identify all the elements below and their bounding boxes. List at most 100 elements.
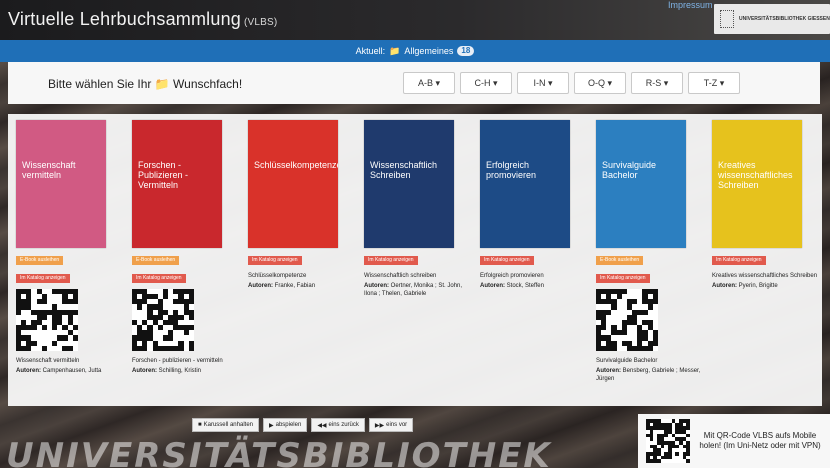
book-card: Erfolgreich promovieren Im Katalog anzeig… (480, 120, 590, 290)
book-cover-title: Kreatives wissenschaftliches Schreiben (718, 160, 793, 190)
book-authors: Autoren: Schilling, Kristin (132, 367, 242, 375)
folder-icon: 📁 (389, 45, 401, 56)
book-authors-label: Autoren: (132, 368, 157, 374)
book-authors-label: Autoren: (712, 283, 737, 289)
book-title: Survivalguide Bachelor (596, 358, 658, 364)
book-card: Schlüsselkompetenzen Im Katalog anzeigen S… (248, 120, 358, 290)
top-link[interactable]: Impressum (668, 0, 713, 10)
book-authors: Autoren: Campenhausen, Jutta (16, 367, 126, 375)
subject-selector: Bitte wählen Sie Ihr 📁 Wunschfach! A-B ▾… (8, 62, 820, 104)
current-count-badge: 18 (457, 46, 475, 56)
book-title: Wissenschaftlich schreiben (364, 273, 437, 279)
play-button[interactable]: ▶ abspielen (263, 418, 308, 432)
book-card: Wissenschaftlich Schreiben Im Katalog anz… (364, 120, 474, 298)
book-authors-label: Autoren: (364, 283, 389, 289)
book-authors-label: Autoren: (16, 368, 41, 374)
book-authors-names: Franke, Fabian (274, 283, 316, 289)
range-button-c-h[interactable]: C-H ▾ (460, 72, 512, 94)
book-card: Survivalguide Bachelor E-Book ausleihen Im… (596, 120, 706, 383)
book-authors-names: Stock, Steffen (506, 283, 544, 289)
book-title: Kreatives wissenschaftliches Schreiben (712, 273, 818, 279)
catalog-button[interactable]: Im Katalog anzeigen (480, 256, 534, 265)
book-card: Kreatives wissenschaftliches Schreiben Im… (712, 120, 822, 290)
book-authors-names: Campenhausen, Jutta (42, 368, 102, 374)
next-button[interactable]: ▶▶ eins vor (368, 418, 414, 432)
catalog-button[interactable]: Im Katalog anzeigen (712, 256, 766, 265)
book-cover-title: Erfolgreich promovieren (486, 160, 537, 180)
book-title: Wissenschaft vermitteln (16, 358, 80, 364)
book-cover[interactable]: Survivalguide Bachelor (596, 120, 686, 248)
mobile-qr-text: Mit QR-Code VLBS aufs Mobile holen! (Im … (699, 431, 821, 450)
book-authors: Autoren: Pyerin, Brigitte (712, 282, 822, 290)
rewind-icon: ◀◀ (317, 422, 327, 429)
forward-icon: ▶▶ (374, 422, 385, 429)
range-button-t-z[interactable]: T-Z ▾ (688, 72, 740, 94)
book-authors: Autoren: Oertner, Monika ; St. John, Ilo… (364, 282, 474, 298)
subject-label: Bitte wählen Sie Ihr 📁 Wunschfach! (48, 77, 242, 91)
book-cover[interactable]: Wissenschaft vermitteln (16, 120, 106, 248)
book-cover-title: Schlüsselkompetenzen (254, 160, 338, 170)
book-authors-label: Autoren: (596, 368, 621, 374)
carousel-controls: ■ Karussell anhalten ▶ abspielen ◀◀ eins zu… (192, 418, 414, 432)
book-authors-label: Autoren: (248, 283, 273, 289)
book-cover-title: Wissenschaft vermitteln (22, 160, 76, 180)
catalog-button[interactable]: Im Katalog anzeigen (248, 256, 302, 265)
book-cover-title: Wissenschaftlich Schreiben (370, 160, 438, 180)
current-subject[interactable]: Allgemeines (404, 46, 453, 56)
university-logo-icon (720, 10, 734, 28)
catalog-button[interactable]: Im Katalog anzeigen (364, 256, 418, 265)
book-title: Schlüsselkompetenze (248, 273, 307, 279)
book-authors-label: Autoren: (480, 283, 505, 289)
book-cover[interactable]: Wissenschaftlich Schreiben (364, 120, 454, 248)
mobile-qr-box: Mit QR-Code VLBS aufs Mobile holen! (Im … (638, 414, 830, 468)
university-logo-text: UNIVERSITÄTSBIBLIOTHEK GIESSEN (739, 16, 830, 22)
pause-button[interactable]: ■ Karussell anhalten (192, 418, 259, 432)
ebook-button[interactable]: E-Book ausleihen (16, 256, 64, 265)
current-prefix: Aktuell: (355, 46, 386, 56)
subject-label-text: Bitte wählen Sie Ihr (48, 77, 152, 91)
book-qr-code (596, 289, 658, 351)
book-cover-title: Survivalguide Bachelor (602, 160, 657, 180)
top-bar: Virtuelle Lehrbuchsammlung (VLBS) Impress… (0, 0, 830, 40)
range-button-r-s[interactable]: R-S ▾ (631, 72, 683, 94)
current-subject-bar: Aktuell: 📁 Allgemeines 18 (0, 40, 830, 62)
app-title: Virtuelle Lehrbuchsammlung (VLBS) (8, 9, 277, 30)
previous-button[interactable]: ◀◀ eins zurück (311, 418, 365, 432)
bottom-bar: UNIVERSITÄTSBIBLIOTHEK ■ Karussell anhalt… (0, 406, 830, 468)
mobile-qr-code (646, 419, 690, 463)
book-cover[interactable]: Erfolgreich promovieren (480, 120, 570, 248)
book-cover[interactable]: Schlüsselkompetenzen (248, 120, 338, 248)
stop-icon: ■ (198, 422, 202, 428)
app-title-abbr: (VLBS) (244, 17, 278, 28)
subject-label-suffix: Wunschfach! (173, 77, 243, 91)
ebook-button[interactable]: E-Book ausleihen (132, 256, 180, 265)
book-authors-names: Pyerin, Brigitte (738, 283, 778, 289)
book-cover-title: Forschen - Publizieren - Vermitteln (138, 160, 189, 190)
library-watermark: UNIVERSITÄTSBIBLIOTHEK (6, 436, 552, 468)
book-qr-code (132, 289, 194, 351)
book-card: Forschen - Publizieren - Vermitteln E-Boo… (132, 120, 242, 375)
book-authors-names: Schilling, Kristin (158, 368, 202, 374)
range-button-o-q[interactable]: O-Q ▾ (574, 72, 626, 94)
university-logo[interactable]: UNIVERSITÄTSBIBLIOTHEK GIESSEN (714, 4, 830, 34)
book-title: Forschen - publizieren - vermitteln (132, 358, 223, 364)
folder-icon: 📁 (154, 77, 170, 91)
catalog-button[interactable]: Im Katalog anzeigen (132, 274, 186, 283)
book-title: Erfolgreich promovieren (480, 273, 544, 279)
book-carousel: Wissenschaft vermitteln E-Book ausleihen I… (8, 114, 822, 406)
range-button-a-b[interactable]: A-B ▾ (403, 72, 455, 94)
book-cover[interactable]: Kreatives wissenschaftliches Schreiben (712, 120, 802, 248)
book-qr-code (16, 289, 78, 351)
book-authors: Autoren: Bensberg, Gabriele ; Messer, Jü… (596, 367, 706, 383)
book-cover[interactable]: Forschen - Publizieren - Vermitteln (132, 120, 222, 248)
book-card: Wissenschaft vermitteln E-Book ausleihen I… (16, 120, 126, 375)
app-title-text: Virtuelle Lehrbuchsammlung (8, 9, 241, 29)
letter-range-buttons: A-B ▾ C-H ▾ I-N ▾ O-Q ▾ R-S ▾ T-Z ▾ (403, 72, 740, 94)
range-button-i-n[interactable]: I-N ▾ (517, 72, 569, 94)
catalog-button[interactable]: Im Katalog anzeigen (596, 274, 650, 283)
play-icon: ▶ (269, 422, 274, 429)
book-authors: Autoren: Stock, Steffen (480, 282, 590, 290)
catalog-button[interactable]: Im Katalog anzeigen (16, 274, 70, 283)
book-authors: Autoren: Franke, Fabian (248, 282, 358, 290)
ebook-button[interactable]: E-Book ausleihen (596, 256, 644, 265)
